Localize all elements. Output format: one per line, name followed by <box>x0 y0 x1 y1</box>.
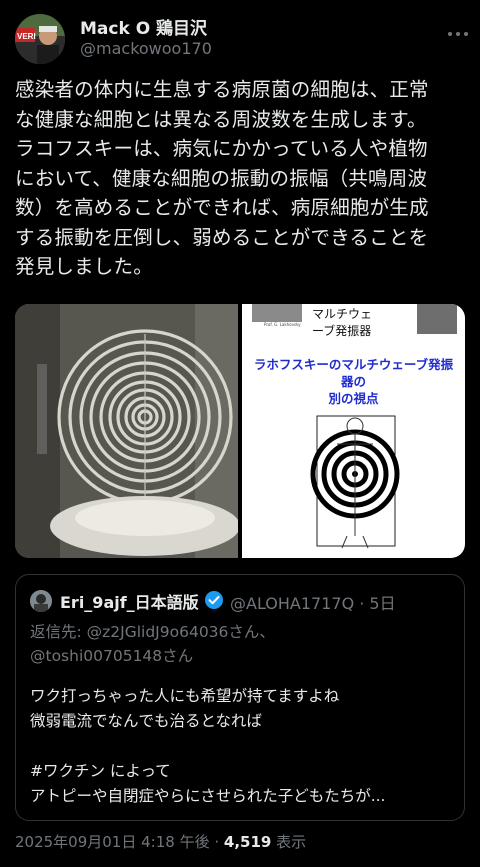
author-name[interactable]: Mack O 鶏目沢 <box>80 14 207 39</box>
more-options-icon[interactable] <box>446 24 470 44</box>
quoted-author-name[interactable]: Eri_9ajf_日本語版 <box>60 589 199 613</box>
quoted-handle-time[interactable]: @ALOHA1717Q · 5日 <box>230 590 396 614</box>
spiral-coil-photo[interactable] <box>15 304 238 558</box>
quoted-author-avatar[interactable] <box>30 590 52 612</box>
views-count: 4,519 <box>223 833 272 851</box>
oscillator-diagram-image[interactable]: マルチウェ ーブ発振器 Prof. G. Lakhovsky ラホフスキーのマル… <box>242 304 465 558</box>
photo-caption: Prof. G. Lakhovsky <box>264 322 301 327</box>
meta-separator: · <box>209 833 224 851</box>
author-handle[interactable]: @mackowoo170 <box>80 39 212 58</box>
views-label: 表示 <box>271 833 307 851</box>
tweet-text: 感染者の体内に生息する病原菌の細胞は、正常 な健康な細胞とは異なる周波数を生成し… <box>15 78 429 278</box>
reply-to-line[interactable]: 返信先: @z2JGlidJ9o64036さん、 @toshi00705148さ… <box>30 620 450 668</box>
oscillator-label: マルチウェ ーブ発振器 <box>312 307 373 338</box>
tweet-media[interactable]: マルチウェ ーブ発振器 Prof. G. Lakhovsky ラホフスキーのマル… <box>15 304 465 558</box>
tweet-timestamp[interactable]: 2025年09月01日 4:18 午後 <box>15 833 210 851</box>
verified-badge-icon <box>204 590 224 610</box>
oscillator-headline: ラホフスキーのマルチウェーブ発振 器の 別の視点 <box>253 357 454 406</box>
tweet-meta: 2025年09月01日 4:18 午後 · 4,519 表示 <box>15 831 306 852</box>
quoted-tweet[interactable]: Eri_9ajf_日本語版 @ALOHA1717Q · 5日 返信先: @z2J… <box>15 574 465 821</box>
svg-text:VERI: VERI <box>17 32 36 41</box>
quoted-tweet-text: ワク打っちゃった人にも希望が持てますよね 微弱電流でなんでも治るとなれば #ワク… <box>30 687 386 805</box>
author-avatar[interactable]: VERI <box>15 14 65 64</box>
tweet-header: VERI Mack O 鶏目沢 @mackowoo170 <box>0 0 480 70</box>
